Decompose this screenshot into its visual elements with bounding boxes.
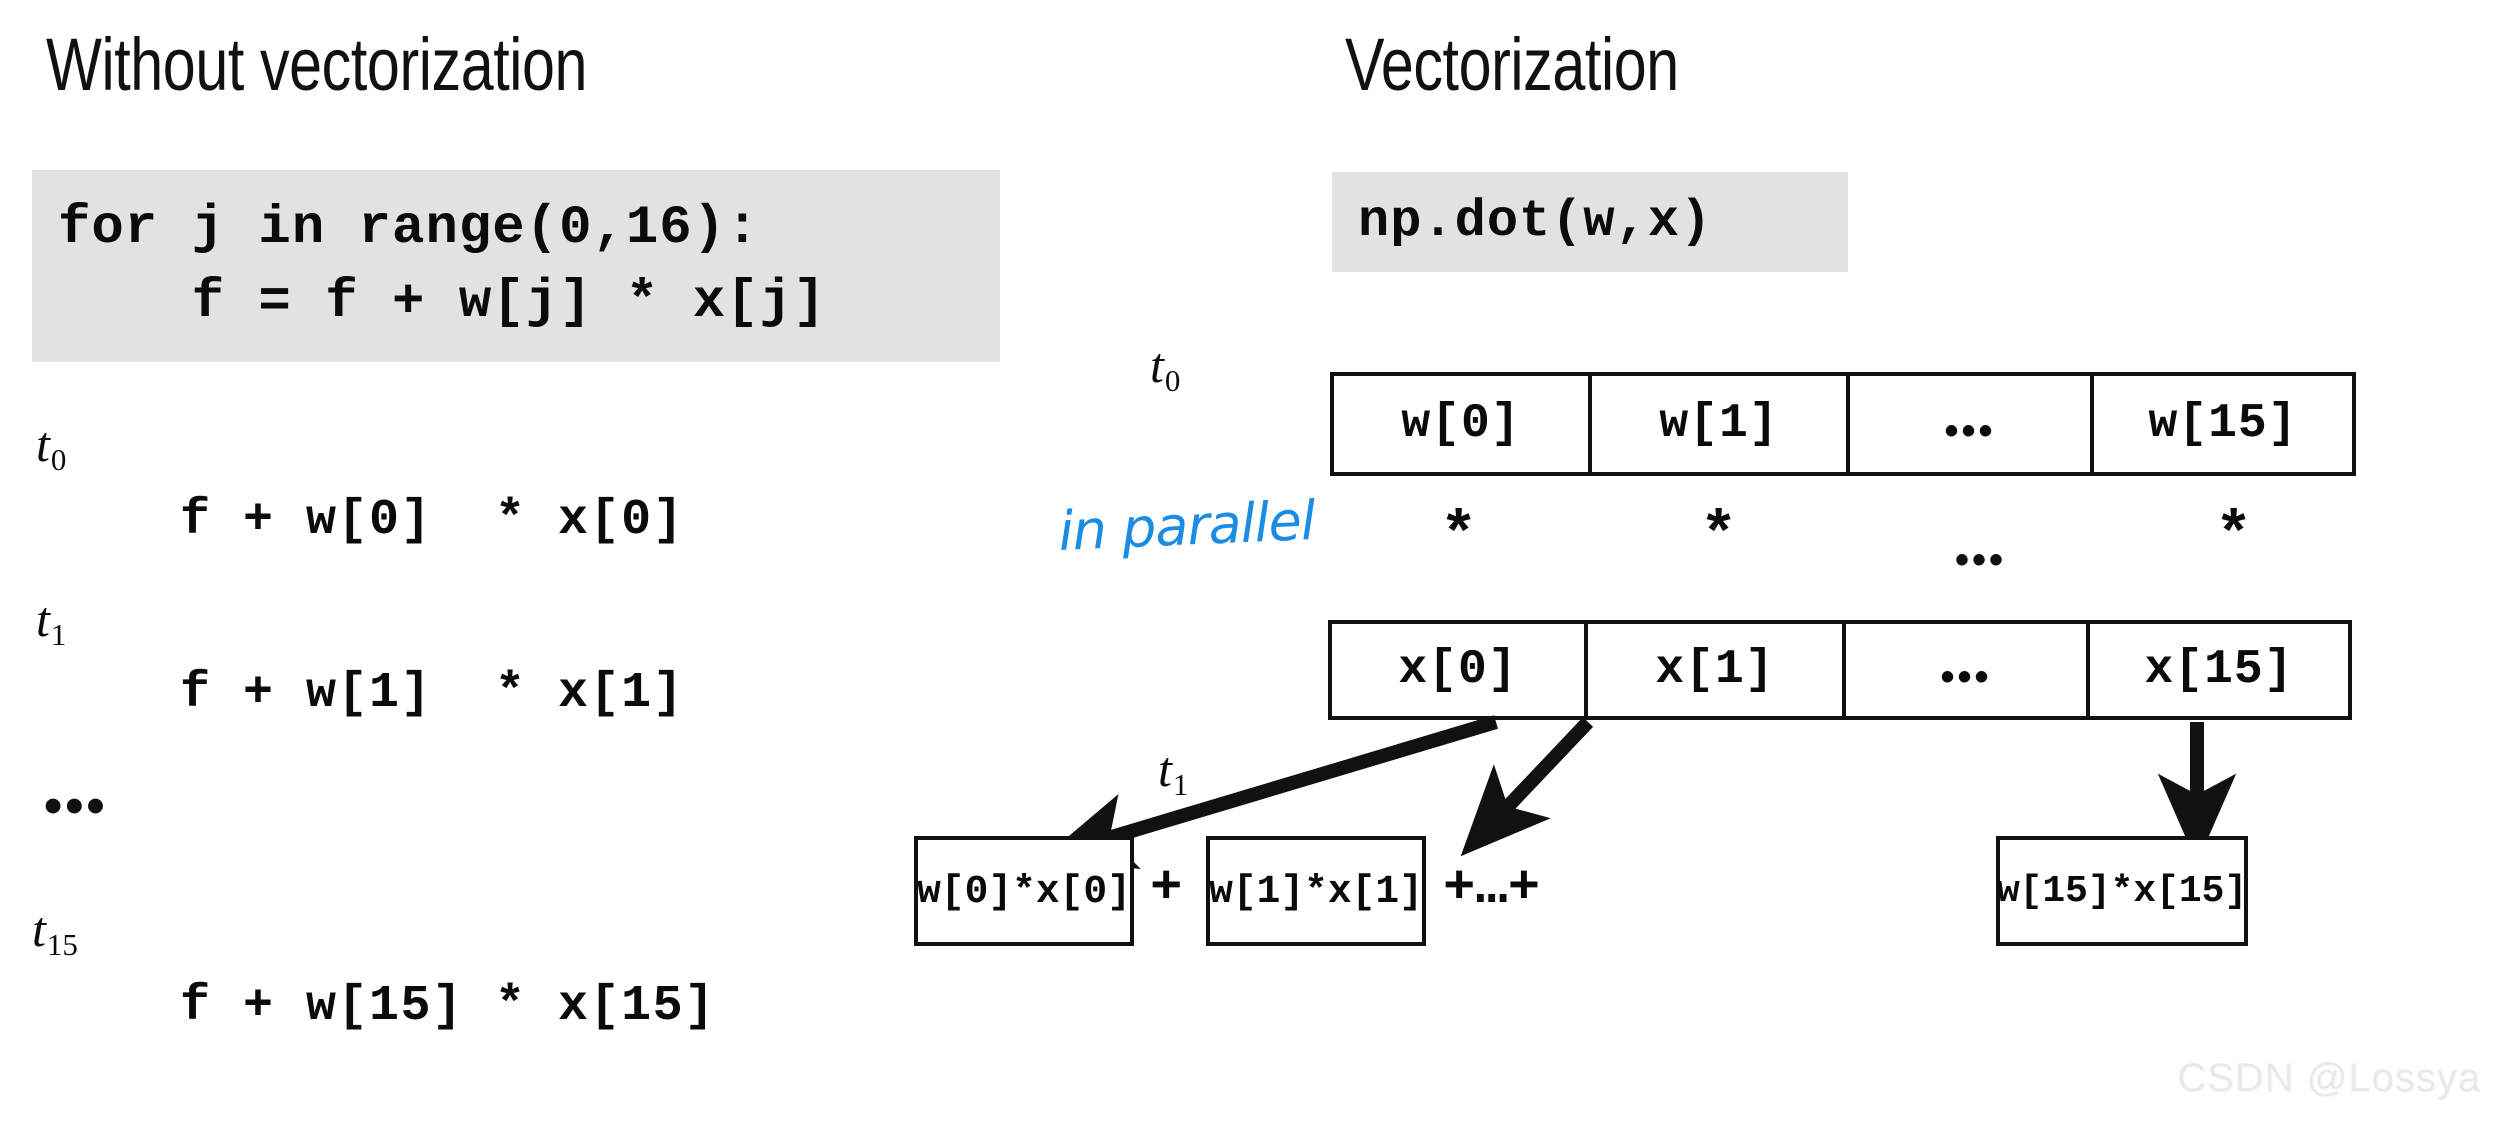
- w-vector-cell-1: w[1]: [1592, 376, 1850, 472]
- in-parallel-annotation: in parallel: [1057, 488, 1317, 563]
- product-box-1: w[1]*x[1]: [1206, 836, 1426, 946]
- time-label-base: t: [36, 591, 50, 647]
- time-label-t1-right: t1: [1158, 740, 1188, 802]
- multiply-operator-15: *: [2215, 501, 2253, 572]
- arrow-x1-to-product1: [1460, 717, 1594, 857]
- product-box-0: w[0]*x[0]: [914, 836, 1134, 946]
- w-vector-row: w[0] w[1] ••• w[15]: [1330, 372, 2356, 476]
- right-panel-heading: Vectorization: [1345, 23, 1679, 106]
- multiply-operator-0: *: [1440, 501, 1478, 572]
- time-label-base: t: [1150, 337, 1164, 393]
- time-label-t1-left: t1: [36, 590, 66, 652]
- x-vector-cell-0: x[0]: [1332, 624, 1588, 716]
- w-vector-cell-0: w[0]: [1334, 376, 1592, 472]
- x-vector-row: x[0] x[1] ••• x[15]: [1328, 620, 2352, 720]
- timeline-expression-0: f + w[0] * x[0]: [180, 492, 685, 549]
- x-vector-cell-1: x[1]: [1588, 624, 1846, 716]
- time-label-t15-left: t15: [32, 900, 78, 962]
- timeline-ellipsis: •••: [44, 777, 108, 835]
- product-box-15: w[15]*x[15]: [1996, 836, 2248, 946]
- time-label-base: t: [32, 901, 46, 957]
- watermark-text: CSDN @Lossya: [2177, 1056, 2481, 1100]
- product-separator-0: +: [1150, 858, 1183, 919]
- w-vector-cell-15: w[15]: [2148, 397, 2298, 451]
- arrow-x0-to-product0: [1043, 715, 1499, 870]
- time-label-t0-right: t0: [1150, 336, 1180, 398]
- npdot-code-block: np.dot(w,x): [1332, 172, 1848, 272]
- time-label-sub: 0: [1164, 363, 1181, 399]
- w-vector-cell-ellipsis: •••: [1850, 376, 2095, 472]
- operator-row-ellipsis: •••: [1955, 538, 2007, 582]
- left-panel-heading: Without vectorization: [46, 23, 588, 106]
- loop-code-block: for j in range(0,16): f = f + w[j] * x[j…: [32, 170, 1000, 362]
- slide-canvas: Without vectorization for j in range(0,1…: [0, 0, 2503, 1129]
- time-label-sub: 1: [50, 617, 67, 653]
- time-label-base: t: [1158, 741, 1172, 797]
- time-label-sub: 15: [46, 927, 78, 963]
- multiply-operator-1: *: [1700, 501, 1738, 572]
- time-label-t0-left: t0: [36, 415, 66, 477]
- product-separator-1: +…+: [1443, 862, 1540, 916]
- x-vector-cell-ellipsis: •••: [1846, 624, 2091, 716]
- time-label-base: t: [36, 416, 50, 472]
- time-label-sub: 0: [50, 442, 67, 478]
- timeline-expression-1: f + w[1] * x[1]: [180, 665, 685, 722]
- product-separator-1-text: +…+: [1443, 858, 1541, 919]
- x-vector-cell-15: x[15]: [2144, 643, 2294, 697]
- time-label-sub: 1: [1172, 767, 1189, 803]
- timeline-expression-15: f + w[15] * x[15]: [180, 978, 716, 1035]
